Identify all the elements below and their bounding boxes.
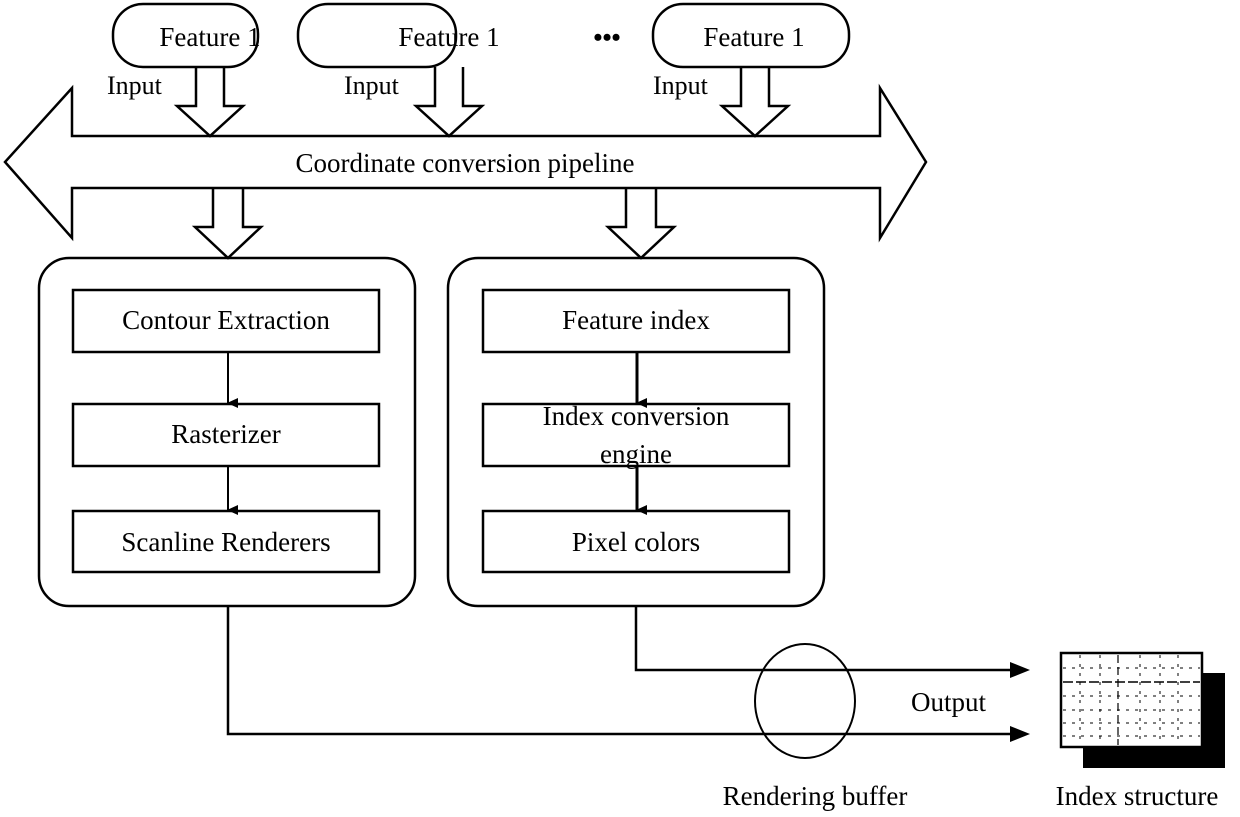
step-label: Rasterizer — [171, 419, 280, 449]
index-structure-label: Index structure — [1056, 781, 1219, 811]
feature-node-3: Feature 1 — [651, 2, 851, 69]
feature-node-label: Feature 1 — [398, 22, 499, 52]
output-label: Output — [911, 687, 987, 717]
feature-node-label: Feature 1 — [703, 22, 804, 52]
input-arrow-2 — [412, 67, 486, 138]
index-group: Feature index Index conversion engine Pi… — [446, 256, 826, 608]
feature-node-label: Feature 1 — [159, 22, 260, 52]
input-arrow-1 — [173, 67, 247, 138]
step-feature-index: Feature index — [481, 288, 791, 354]
feature-node-2: Feature 1 — [296, 2, 500, 69]
ellipsis: ••• — [593, 23, 620, 52]
rendering-buffer-label: Rendering buffer — [723, 781, 908, 811]
step-scanline-renderers: Scanline Renderers — [71, 509, 381, 574]
step-index-conversion-engine: Index conversion engine — [481, 401, 791, 469]
step-contour-extraction: Contour Extraction — [71, 288, 381, 354]
step-label: Scanline Renderers — [121, 527, 330, 557]
pipeline-out-arrow-left — [191, 188, 265, 260]
step-pixel-colors: Pixel colors — [481, 509, 791, 574]
pipeline-label: Coordinate conversion pipeline — [296, 148, 635, 178]
pipeline-out-arrow-right — [604, 188, 678, 260]
feature-node-1: Feature 1 — [111, 2, 261, 69]
step-rasterizer: Rasterizer — [71, 402, 381, 468]
input-label-3: Input — [653, 71, 709, 100]
input-label-1: Input — [107, 71, 163, 100]
step-label: Pixel colors — [572, 527, 700, 557]
step-label-line-2: engine — [600, 439, 672, 469]
output-arrowhead-lower — [1010, 726, 1030, 742]
input-arrow-3 — [718, 67, 792, 138]
step-label: Feature index — [562, 305, 710, 335]
step-label-line-1: Index conversion — [543, 401, 730, 431]
input-label-2: Input — [344, 71, 400, 100]
output-arrowhead-upper — [1010, 662, 1030, 678]
index-structure-icon — [1059, 651, 1225, 768]
rendering-buffer-circle — [754, 643, 856, 759]
pipeline-diagram: Feature 1 Feature 1 ••• Feature 1 Input … — [3, 2, 1225, 811]
rendering-group: Contour Extraction Rasterizer Scanline R… — [37, 256, 417, 608]
right-group-output-line — [634, 606, 1010, 672]
step-label: Contour Extraction — [122, 305, 330, 335]
